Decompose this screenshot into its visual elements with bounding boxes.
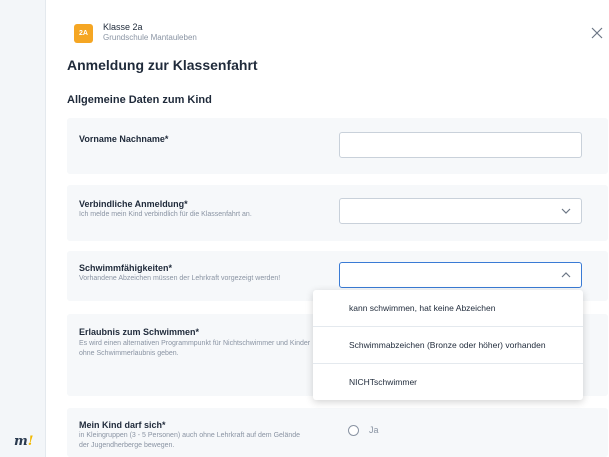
free-movement-hint: in Kleingruppen (3 - 5 Personen) auch oh… bbox=[79, 432, 301, 449]
swim-ability-label: Schwimmfähigkeiten* bbox=[79, 263, 173, 273]
app-sidebar: m! bbox=[0, 0, 46, 457]
swim-permission-label: Erlaubnis zum Schwimmen* bbox=[79, 327, 200, 337]
binding-registration-card: Verbindliche Anmeldung* Ich melde mein K… bbox=[67, 185, 608, 241]
section-title: Allgemeine Daten zum Kind bbox=[67, 94, 212, 106]
swim-permission-hint: Es wird einen alternativen Programmpunkt… bbox=[79, 340, 311, 357]
modal-header: 2A Klasse 2a Grundschule Mantauleben Anm… bbox=[46, 0, 609, 106]
free-movement-card: Mein Kind darf sich* in Kleingruppen (3 … bbox=[67, 408, 608, 457]
free-movement-yes-label: Ja bbox=[369, 425, 379, 435]
dropdown-option-swims-no-badge[interactable]: kann schwimmen, hat keine Abzeichen bbox=[313, 290, 583, 326]
name-input[interactable] bbox=[339, 132, 582, 158]
binding-registration-label: Verbindliche Anmeldung* bbox=[79, 199, 188, 209]
page-title: Anmeldung zur Klassenfahrt bbox=[67, 57, 258, 73]
dropdown-option-has-badge[interactable]: Schwimmabzeichen (Bronze oder höher) vor… bbox=[313, 327, 583, 363]
name-field-card: Vorname Nachname* bbox=[67, 118, 608, 174]
chevron-up-icon bbox=[561, 272, 571, 278]
swim-ability-select[interactable] bbox=[339, 262, 582, 288]
swim-ability-dropdown-menu: kann schwimmen, hat keine Abzeichen Schw… bbox=[313, 290, 583, 400]
chevron-down-icon bbox=[561, 208, 571, 214]
class-badge: 2A bbox=[74, 24, 93, 43]
name-field-label: Vorname Nachname* bbox=[79, 134, 169, 144]
binding-registration-select[interactable] bbox=[339, 198, 582, 224]
swim-ability-hint: Vorhandene Abzeichen müssen der Lehrkraf… bbox=[79, 275, 281, 282]
binding-registration-hint: Ich melde mein Kind verbindlich für die … bbox=[79, 211, 252, 218]
app-logo: m! bbox=[14, 434, 34, 449]
close-icon[interactable] bbox=[591, 27, 603, 39]
school-name: Grundschule Mantauleben bbox=[103, 33, 197, 42]
dropdown-option-non-swimmer[interactable]: NICHTschwimmer bbox=[313, 364, 583, 400]
class-name: Klasse 2a bbox=[103, 22, 143, 32]
free-movement-label: Mein Kind darf sich* bbox=[79, 420, 166, 430]
registration-modal: 2A Klasse 2a Grundschule Mantauleben Anm… bbox=[46, 0, 609, 457]
free-movement-yes-radio[interactable] bbox=[348, 425, 359, 436]
